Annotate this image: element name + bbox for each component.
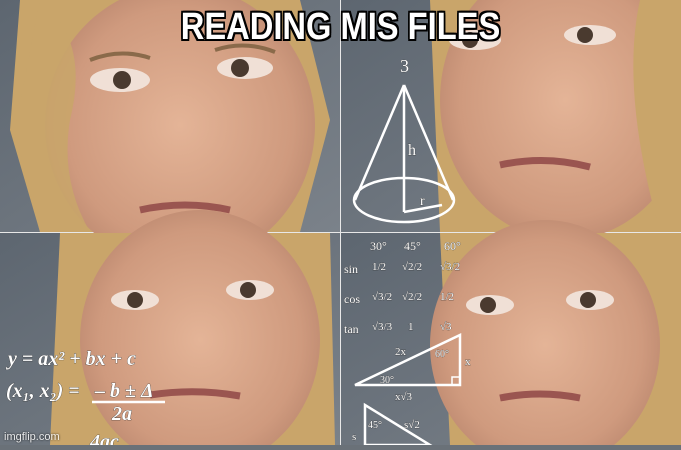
- tan-45: 1: [408, 321, 414, 333]
- tri1-angle-top: 60°: [435, 349, 449, 360]
- meme-illustration: 3 h r 30° 45° 60° sin cos tan 1/2 √2/2 √…: [0, 0, 681, 450]
- face-bottom-left: [50, 210, 335, 450]
- tri2-angle: 45°: [368, 420, 382, 431]
- cos-30: √3/2: [372, 291, 392, 303]
- tri1-hyp-label: 2x: [395, 346, 407, 358]
- row-cos: cos: [344, 292, 360, 306]
- angle-30: 30°: [370, 239, 387, 253]
- equation-roots-lhs: (x₁, x₂) =: [6, 380, 80, 402]
- angle-45: 45°: [404, 239, 421, 253]
- equation-roots-denom: 2a: [111, 403, 132, 425]
- row-sin: sin: [344, 262, 358, 276]
- tri2-s-label: s: [352, 431, 356, 443]
- row-tan: tan: [344, 322, 359, 336]
- tan-30: √3/3: [372, 321, 393, 333]
- meme-image: 3 h r 30° 45° 60° sin cos tan 1/2 √2/2 √…: [0, 0, 681, 450]
- tri2-side-label: s√2: [404, 419, 420, 431]
- equation-quadratic: y = ax² + bx + c: [6, 348, 136, 370]
- meme-caption: READING MIS FILES: [180, 6, 501, 48]
- equation-bottom: 4ac: [89, 431, 119, 445]
- cos-45: √2/2: [402, 291, 422, 303]
- tan-60: √3: [440, 321, 452, 333]
- sin-60: √3/2: [440, 261, 460, 273]
- face-bottom-right: [430, 220, 681, 450]
- tri1-side-label: x: [465, 356, 471, 368]
- tri1-angle-bottom: 30°: [380, 375, 394, 386]
- sin-45: √2/2: [402, 261, 422, 273]
- sin-30: 1/2: [372, 261, 386, 273]
- cone-top-label: 3: [400, 56, 409, 76]
- cone-height-label: h: [408, 142, 416, 159]
- cos-60: 1/2: [440, 291, 454, 303]
- watermark: imgflip.com: [4, 431, 60, 443]
- tri1-base-label: x√3: [395, 391, 413, 403]
- cone-radius-label: r: [420, 194, 425, 209]
- equation-roots-num: – b ± Δ: [94, 380, 154, 402]
- angle-60: 60°: [444, 239, 461, 253]
